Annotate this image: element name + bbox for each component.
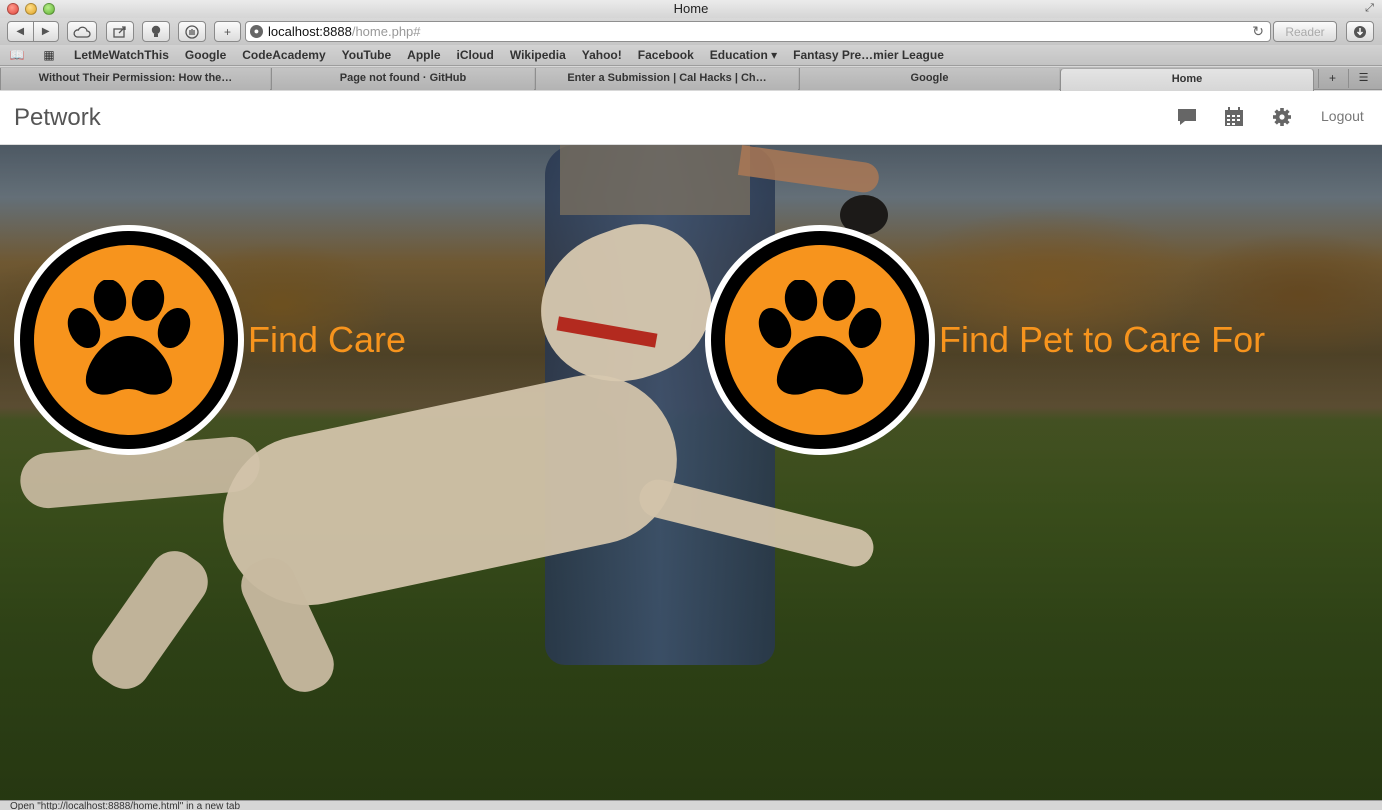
chat-icon[interactable] [1176, 107, 1198, 127]
tab-list-button[interactable]: ☰ [1348, 69, 1378, 88]
bookmark-item[interactable]: Facebook [638, 48, 694, 62]
window-titlebar: Home ⤢ [0, 0, 1382, 18]
browser-toolbar: ◀ ▶ + ● localhost:8888/home.php# ↻ Reade… [0, 18, 1382, 45]
bookmark-item[interactable]: Wikipedia [510, 48, 566, 62]
lightbulb-icon [151, 25, 161, 37]
find-care-link[interactable]: Find Care [14, 225, 406, 455]
new-tab-button[interactable]: + [214, 21, 241, 42]
reading-list-button[interactable] [142, 21, 170, 42]
address-bar[interactable]: ● localhost:8888/home.php# ↻ [245, 21, 1271, 42]
paw-icon [758, 280, 882, 395]
add-tab-button[interactable]: + [1318, 69, 1346, 88]
downloads-button[interactable] [1346, 21, 1374, 42]
paw-badge[interactable] [705, 225, 935, 455]
web-page: Find Care Find Pet to Care For Petwork L… [0, 91, 1382, 800]
download-icon [1354, 25, 1366, 38]
bookmark-item[interactable]: iCloud [457, 48, 494, 62]
brand-logo[interactable]: Petwork [14, 104, 101, 132]
tab[interactable]: Without Their Permission: How the… [0, 68, 270, 90]
bookmark-item[interactable]: LetMeWatchThis [74, 48, 169, 62]
bookmark-item[interactable]: Apple [407, 48, 440, 62]
calendar-icon[interactable] [1223, 107, 1245, 127]
reading-list-icon[interactable]: 📖 [8, 48, 26, 62]
cloud-icon [73, 26, 91, 38]
tab-active[interactable]: Home [1060, 68, 1314, 91]
status-bar: Open "http://localhost:8888/home.html" i… [0, 800, 1382, 810]
paw-badge[interactable] [14, 225, 244, 455]
hero-background: Find Care Find Pet to Care For [0, 145, 1382, 800]
zoom-window-button[interactable] [43, 3, 55, 15]
bookmark-item[interactable]: Google [185, 48, 226, 62]
icloud-tabs-button[interactable] [67, 21, 97, 42]
url-path: /home.php# [351, 24, 421, 39]
url-host: localhost:8888 [268, 24, 352, 39]
bookmarks-bar: 📖 ▦ LetMeWatchThis Google CodeAcademy Yo… [0, 45, 1382, 66]
minimize-window-button[interactable] [25, 3, 37, 15]
find-pet-link[interactable]: Find Pet to Care For [705, 225, 1265, 455]
back-forward-group: ◀ ▶ [7, 21, 59, 42]
bookmark-item[interactable]: Fantasy Pre…mier League [793, 48, 944, 62]
close-window-button[interactable] [7, 3, 19, 15]
top-sites-icon[interactable]: ▦ [40, 48, 58, 62]
tab[interactable]: Enter a Submission | Cal Hacks | Ch… [535, 68, 798, 90]
gear-icon[interactable] [1271, 107, 1293, 127]
share-button[interactable] [106, 21, 134, 42]
bookmark-item[interactable]: YouTube [342, 48, 392, 62]
logout-link[interactable]: Logout [1321, 108, 1364, 124]
back-button[interactable]: ◀ [8, 26, 33, 37]
plus-icon: + [223, 24, 231, 39]
window-title: Home [673, 1, 709, 16]
bookmark-item[interactable]: Yahoo! [582, 48, 622, 62]
share-icon [113, 26, 126, 38]
find-care-label[interactable]: Find Care [248, 319, 406, 361]
extension-button[interactable] [178, 21, 206, 42]
tab[interactable]: Google [799, 68, 1059, 90]
site-icon: ● [250, 25, 263, 38]
find-pet-label[interactable]: Find Pet to Care For [939, 319, 1265, 361]
forward-button[interactable]: ▶ [34, 26, 59, 37]
tab[interactable]: Page not found · GitHub [271, 68, 534, 90]
paw-icon [67, 280, 191, 395]
site-navbar: Petwork Logout [0, 91, 1382, 145]
person-shirt [560, 145, 750, 215]
dog-back-leg [82, 541, 218, 699]
bookmark-folder-education[interactable]: Education ▾ [710, 48, 777, 62]
hand-icon [185, 24, 199, 39]
tab-bar: Without Their Permission: How the… Page … [0, 67, 1382, 91]
bookmark-item[interactable]: CodeAcademy [242, 48, 325, 62]
reload-icon[interactable]: ↻ [1252, 22, 1264, 41]
fullscreen-icon[interactable]: ⤢ [1363, 2, 1376, 15]
reader-button[interactable]: Reader [1273, 21, 1337, 42]
